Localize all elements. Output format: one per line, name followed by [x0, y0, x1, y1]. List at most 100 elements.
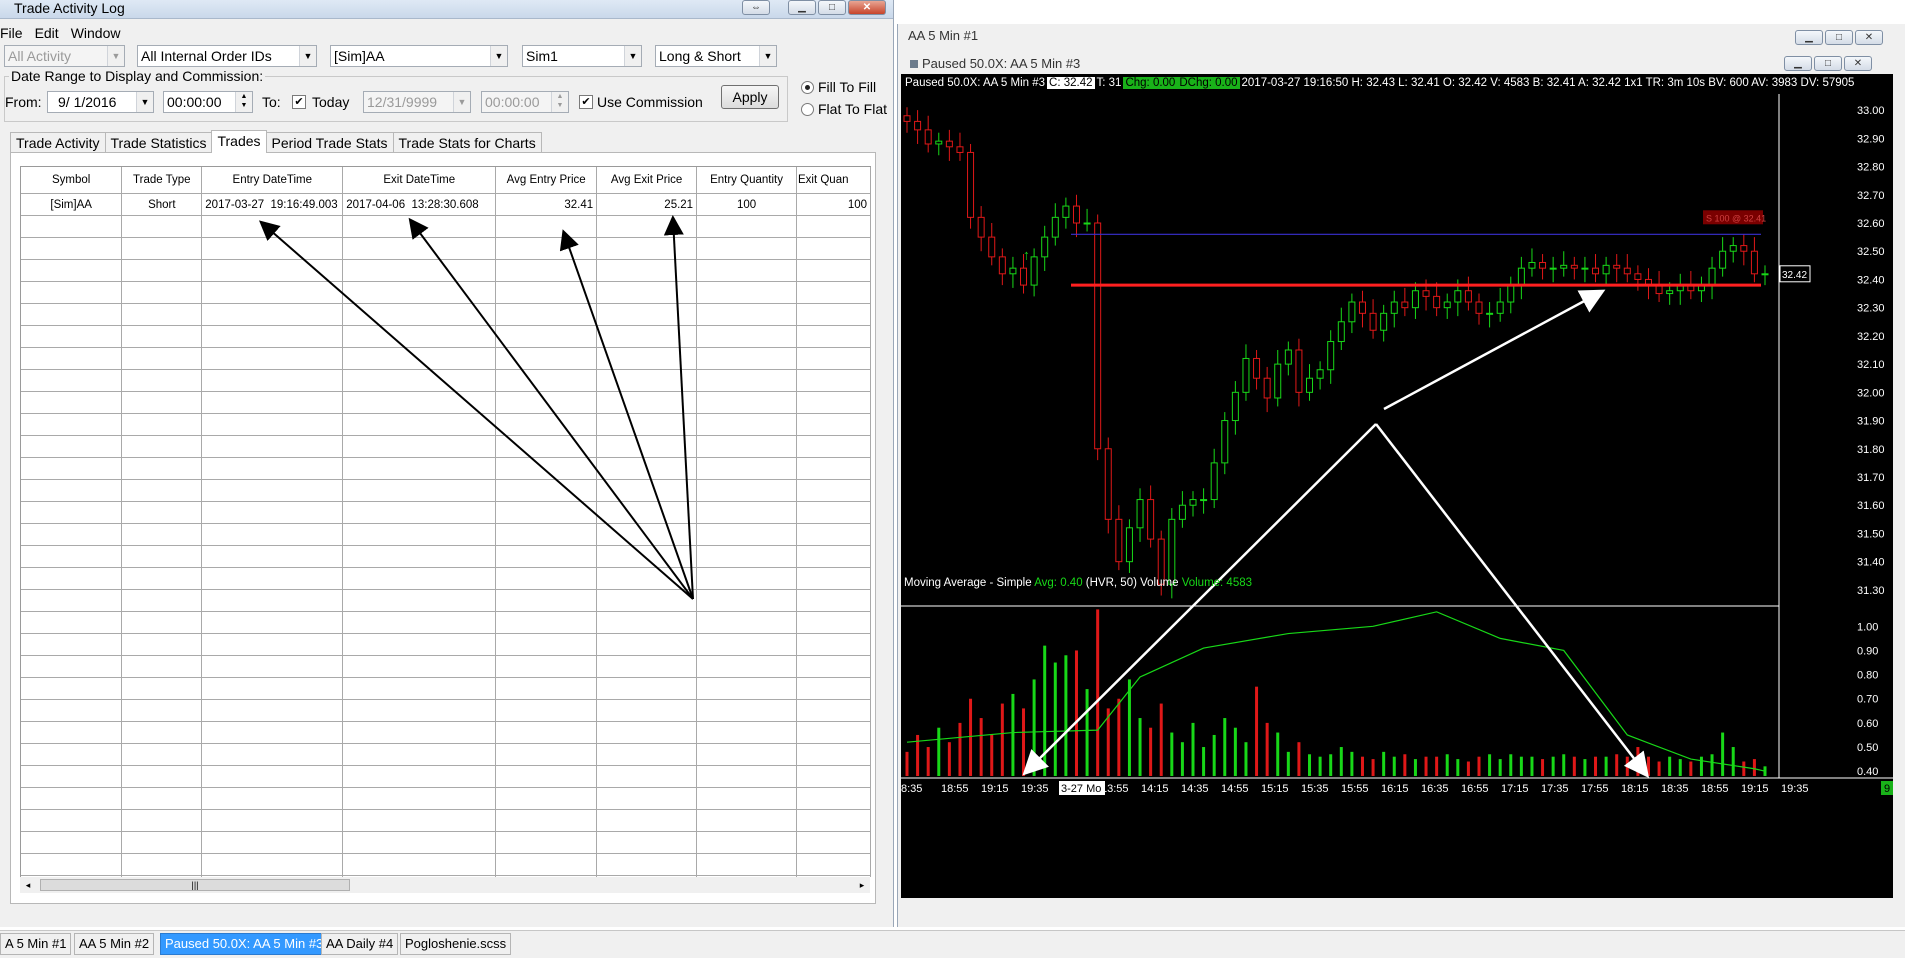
volume-bar — [1371, 759, 1375, 776]
candle-body — [1560, 264, 1568, 269]
candle-body — [1369, 312, 1377, 331]
time-tick-label: 19:35 — [1781, 783, 1809, 795]
time-tick-label: 19:15 — [981, 783, 1009, 795]
menu-file[interactable]: File — [0, 22, 23, 44]
flat-to-flat-label: Flat To Flat — [818, 101, 887, 117]
candle-body — [1327, 341, 1335, 371]
volume-bar — [1604, 756, 1608, 776]
menu-bar: File Edit Window — [0, 22, 120, 44]
tab-trade-activity[interactable]: Trade Activity — [10, 132, 106, 153]
candle-body — [967, 151, 975, 218]
to-date-picker[interactable]: 12/31/9999 ▼ — [363, 91, 471, 113]
trade-activity-log-window: Trade Activity Log ⇔ ▁ □ ✕ File Edit Win… — [0, 0, 894, 927]
menu-edit[interactable]: Edit — [35, 22, 59, 44]
candle-body — [1253, 357, 1261, 379]
apply-button[interactable]: Apply — [721, 85, 779, 109]
volume-bar — [1170, 732, 1174, 776]
spinner-icon: ▲ ▼ — [551, 92, 568, 112]
today-checkbox[interactable]: ✔ — [292, 95, 306, 109]
scrollbar-thumb[interactable]: ||| — [40, 879, 350, 891]
taskbar-item[interactable]: A 5 Min #1 — [0, 933, 72, 955]
time-tick-label: 17:55 — [1581, 783, 1609, 795]
candle-body — [1284, 349, 1292, 365]
price-tick-label: 31.50 — [1857, 528, 1885, 540]
candle-body — [1380, 312, 1388, 331]
to-time-spinner[interactable]: 00:00:00 ▲ ▼ — [481, 91, 569, 113]
candle-body — [1507, 284, 1515, 303]
volume-bar — [1594, 756, 1598, 776]
volume-bar — [1255, 686, 1259, 776]
account-select[interactable]: Sim1 ▼ — [522, 45, 642, 67]
price-tick-label: 31.90 — [1857, 416, 1885, 428]
volume-bar — [990, 734, 994, 776]
close-button[interactable]: ✕ — [1844, 56, 1872, 71]
direction-select[interactable]: Long & Short ▼ — [655, 45, 777, 67]
volume-tick-label: 0.80 — [1857, 670, 1878, 682]
volume-bar — [1657, 761, 1661, 776]
price-tick-label: 31.30 — [1857, 585, 1885, 597]
from-date-picker[interactable]: 9/ 1/2016 ▼ — [47, 91, 154, 113]
candle-body — [977, 216, 985, 238]
time-tick-label: 15:15 — [1261, 783, 1289, 795]
candle-body — [1433, 295, 1441, 309]
candle-body — [1210, 462, 1218, 501]
volume-bar — [1668, 756, 1672, 776]
from-time-spinner[interactable]: 00:00:00 ▲ ▼ — [163, 91, 253, 113]
indicator-params: (HVR, 50) Volume — [1085, 577, 1179, 589]
candle-body — [1750, 250, 1758, 275]
taskbar-item-active[interactable]: Paused 50.0X: AA 5 Min #3 — [160, 933, 329, 955]
volume-bar — [1435, 756, 1439, 776]
menu-window[interactable]: Window — [71, 22, 121, 44]
activity-filter-select[interactable]: All Activity ▼ — [4, 45, 125, 67]
time-tick-label: 14:35 — [1181, 783, 1209, 795]
taskbar-item[interactable]: AA 5 Min #2 — [74, 933, 155, 955]
maximize-button[interactable]: □ — [1814, 56, 1842, 71]
instrument-select[interactable]: [Sim]AA ▼ — [330, 45, 508, 67]
tab-trade-statistics[interactable]: Trade Statistics — [104, 132, 213, 153]
close-button[interactable]: ✕ — [848, 0, 886, 15]
candle-body — [1136, 499, 1144, 529]
candle-body — [1570, 264, 1578, 269]
activity-filter-value: All Activity — [8, 48, 72, 64]
minimize-button[interactable]: ▁ — [1795, 30, 1823, 45]
volume-bar — [1498, 759, 1502, 776]
candle-body — [1178, 504, 1186, 520]
maximize-button[interactable]: □ — [1825, 30, 1853, 45]
candle-body — [1581, 267, 1589, 270]
volume-bar — [1752, 759, 1756, 776]
flat-to-flat-radio[interactable] — [801, 103, 814, 116]
volume-bar — [1731, 747, 1735, 776]
candle-body — [1486, 312, 1494, 315]
price-tick-label: 32.70 — [1857, 190, 1885, 202]
price-chart[interactable]: Paused 50.0X: AA 5 Min #3 C: 32.42 T: 31 Ch… — [901, 74, 1893, 898]
maximize-button[interactable]: □ — [818, 0, 846, 15]
candle-body — [1623, 267, 1631, 275]
candle-body — [1094, 222, 1102, 450]
restore-icon[interactable]: ⇔ — [742, 0, 770, 15]
candle-body — [1274, 363, 1282, 399]
tab-period-trade-stats[interactable]: Period Trade Stats — [265, 132, 394, 153]
order-ids-select[interactable]: All Internal Order IDs ▼ — [137, 45, 317, 67]
taskbar-item[interactable]: Pogloshenie.scss — [400, 933, 512, 955]
scroll-right-icon[interactable]: ▸ — [854, 877, 870, 893]
minimize-button[interactable]: ▁ — [788, 0, 816, 15]
tab-trade-stats-for-charts[interactable]: Trade Stats for Charts — [392, 132, 542, 153]
taskbar-item[interactable]: AA Daily #4 — [321, 933, 399, 955]
horizontal-scrollbar[interactable]: ◂ ||| ▸ — [20, 877, 870, 893]
volume-bar — [1710, 754, 1714, 776]
indicator-label: Moving Average - Simple — [904, 577, 1032, 589]
candle-body — [924, 129, 932, 145]
chart-svg[interactable]: 33.00 32.90 32.80 32.70 32.60 32.50 32.40 32.30… — [901, 74, 1893, 898]
candle-body — [1083, 222, 1091, 225]
time-tick-label: 16:55 — [1461, 783, 1489, 795]
volume-bar — [1022, 708, 1026, 776]
close-button[interactable]: ✕ — [1855, 30, 1883, 45]
fill-to-fill-radio[interactable] — [801, 81, 814, 94]
use-commission-checkbox[interactable]: ✔ — [579, 95, 593, 109]
window-taskbar: A 5 Min #1 AA 5 Min #2 Paused 50.0X: AA … — [0, 930, 1905, 958]
tab-trades[interactable]: Trades — [211, 130, 267, 153]
time-tick-label: 16:35 — [1421, 783, 1449, 795]
minimize-button[interactable]: ▁ — [1784, 56, 1812, 71]
scroll-left-icon[interactable]: ◂ — [20, 877, 36, 893]
from-time-value: 00:00:00 — [167, 94, 222, 110]
